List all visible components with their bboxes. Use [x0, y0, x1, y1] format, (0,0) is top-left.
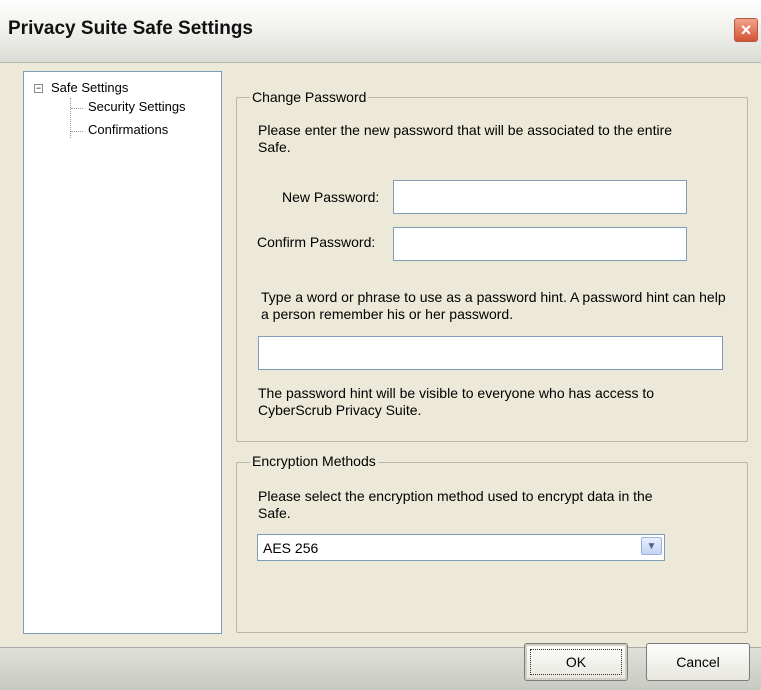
confirm-password-input[interactable] [393, 227, 687, 261]
focus-rectangle [530, 649, 622, 675]
ok-button[interactable]: OK [524, 643, 628, 681]
tree-item-security-settings[interactable]: Security Settings [88, 99, 186, 114]
password-hint-input[interactable] [258, 336, 723, 370]
tree-connector [70, 98, 71, 138]
cancel-button-label: Cancel [676, 654, 720, 670]
selected-encryption-value: AES 256 [263, 540, 319, 556]
new-password-input[interactable] [393, 180, 687, 214]
close-button[interactable]: × [734, 18, 758, 42]
settings-tree: − Safe Settings Security Settings Confir… [23, 71, 222, 634]
chevron-down-icon[interactable]: ▼ [641, 537, 662, 555]
encryption-instruction: Please select the encryption method used… [258, 488, 653, 521]
change-password-legend: Change Password [250, 89, 369, 105]
tree-connector [71, 108, 83, 109]
close-icon: × [740, 20, 752, 40]
password-instruction: Please enter the new password that will … [258, 122, 673, 155]
tree-item-confirmations[interactable]: Confirmations [88, 122, 168, 137]
tree-item-safe-settings[interactable]: Safe Settings [51, 80, 128, 95]
title-bar: Privacy Suite Safe Settings × [0, 0, 761, 63]
hint-visibility-note: The password hint will be visible to eve… [258, 385, 655, 418]
window-title: Privacy Suite Safe Settings [8, 18, 253, 39]
hint-instruction: Type a word or phrase to use as a passwo… [261, 289, 726, 322]
encryption-methods-legend: Encryption Methods [250, 453, 378, 469]
confirm-password-label: Confirm Password: [257, 234, 376, 250]
collapse-icon[interactable]: − [34, 84, 43, 93]
cancel-button[interactable]: Cancel [646, 643, 750, 681]
tree-connector [71, 131, 83, 132]
encryption-method-select[interactable]: AES 256 ▼ [257, 534, 665, 561]
new-password-label: New Password: [282, 189, 380, 205]
